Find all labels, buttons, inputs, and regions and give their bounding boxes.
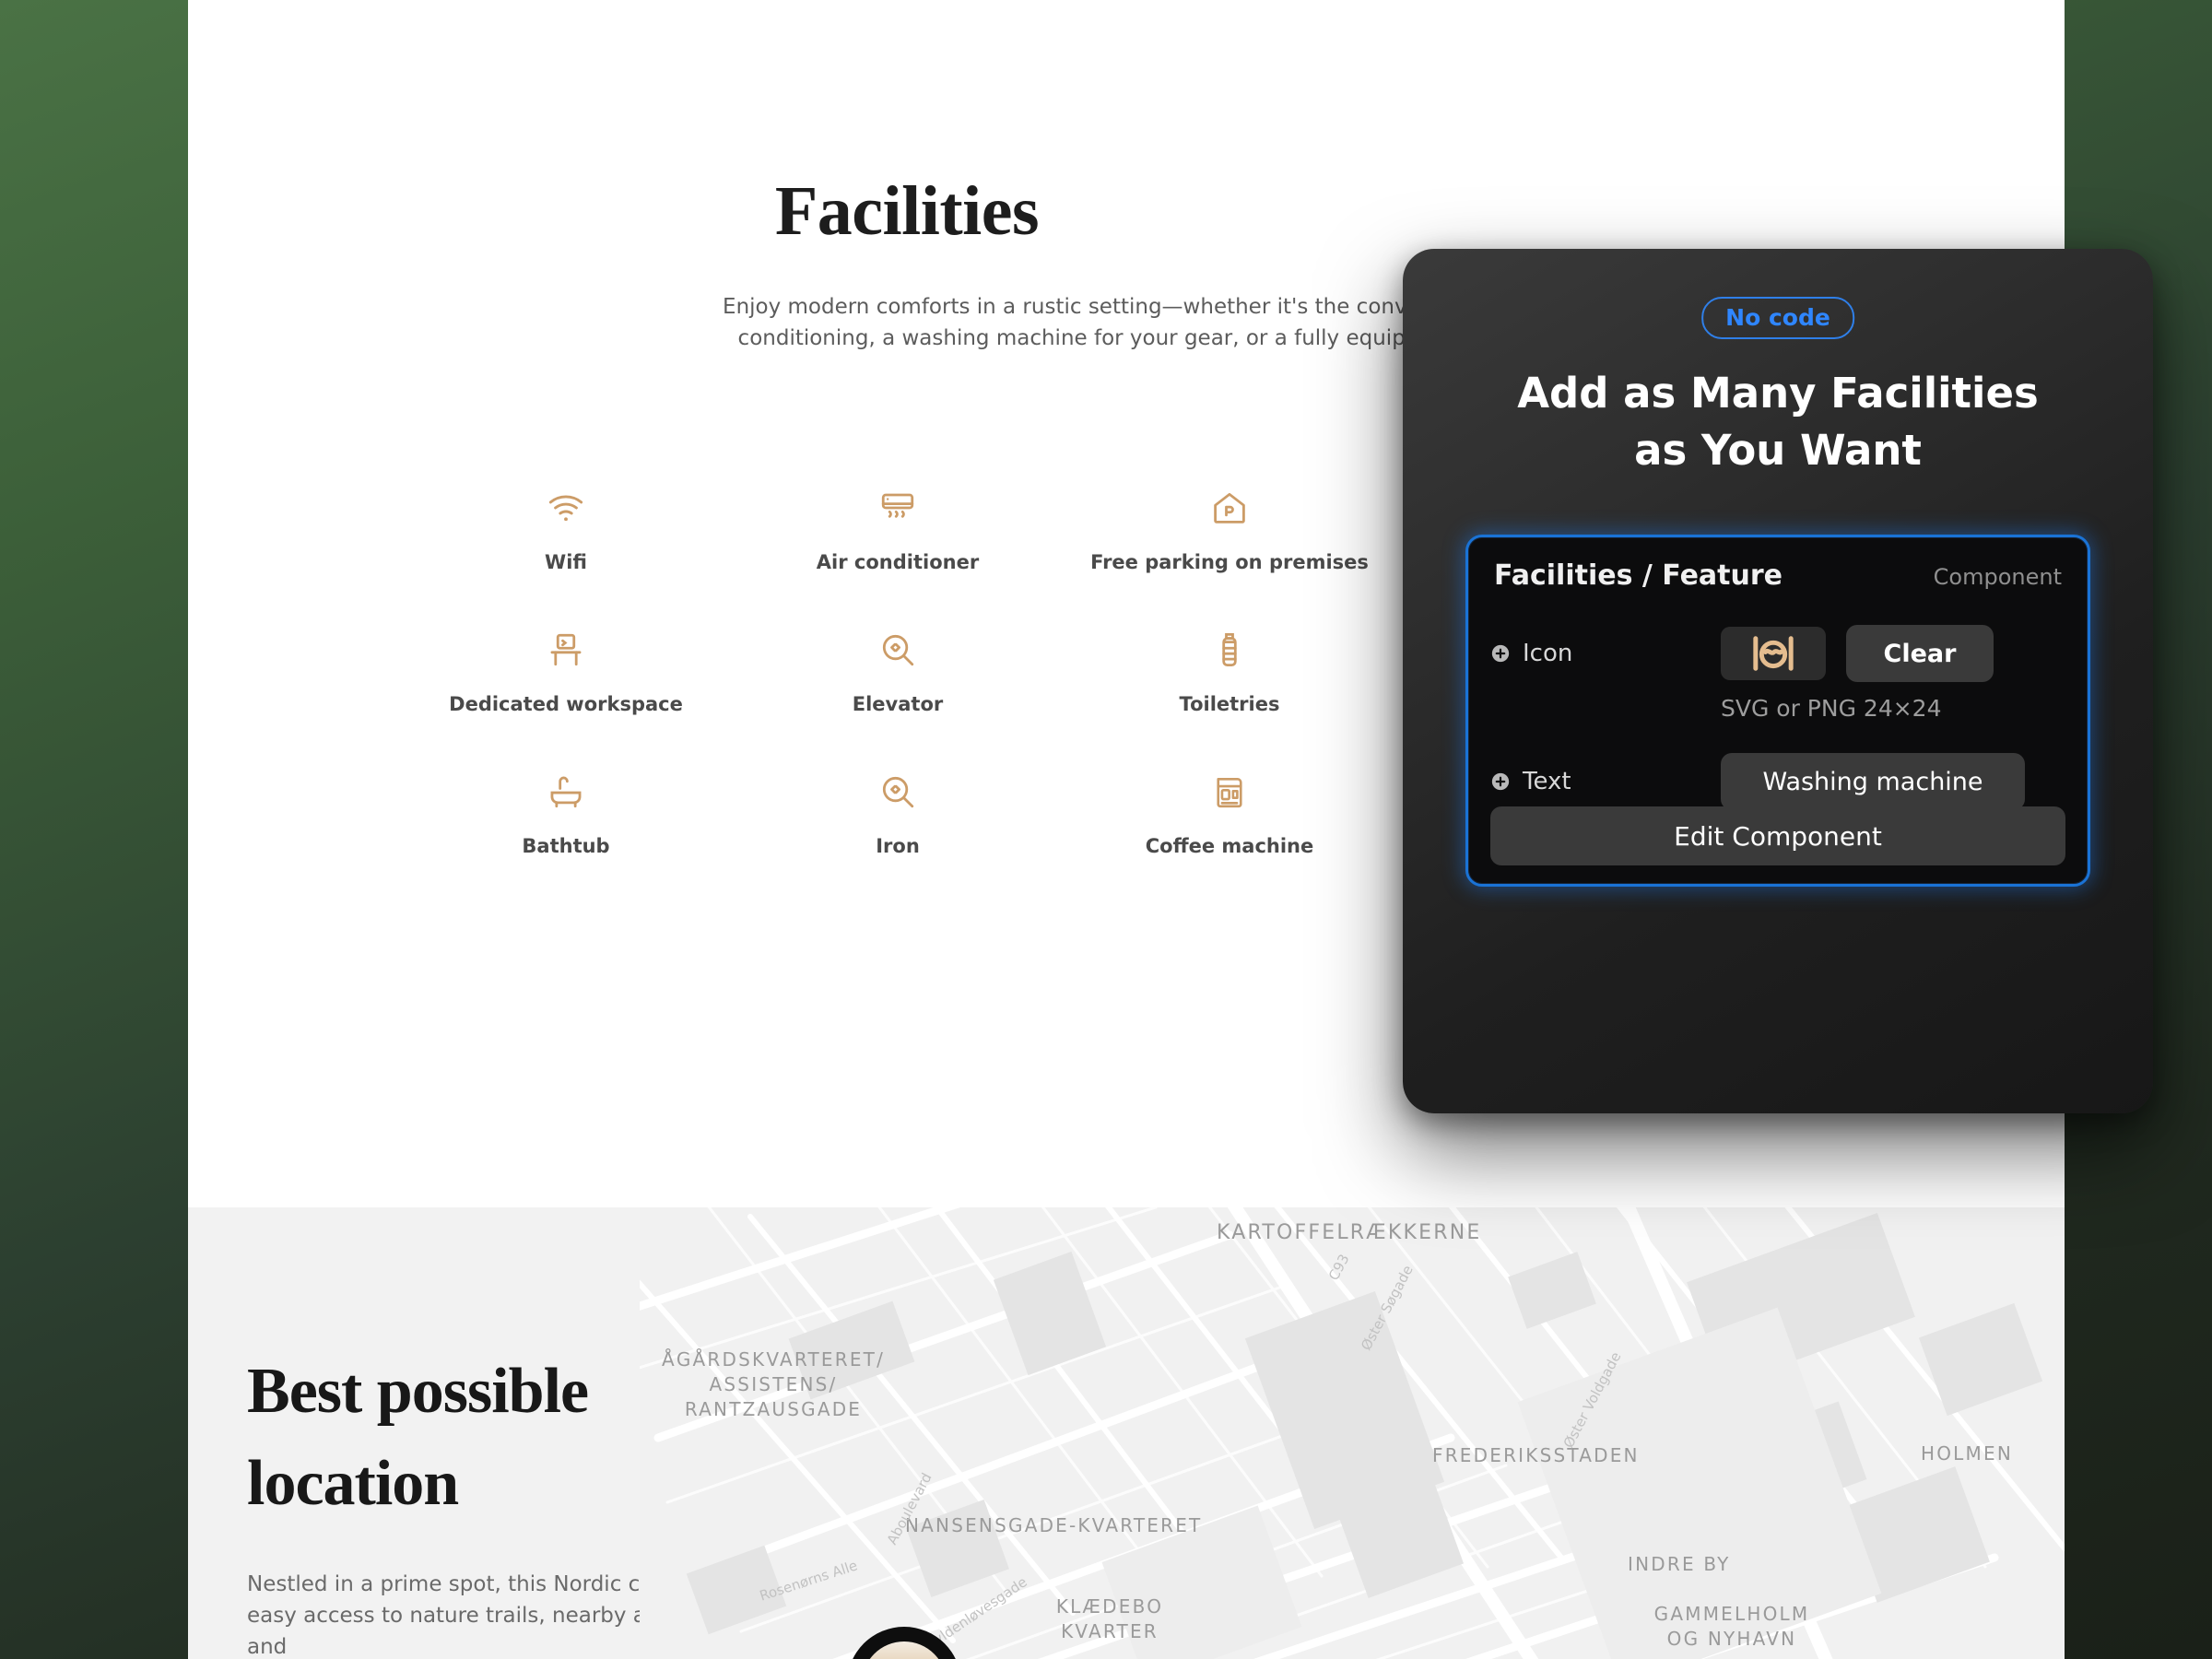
facility-item-dedicated-workspace[interactable]: Dedicated workspace	[400, 630, 732, 715]
no-code-badge: No code	[1701, 297, 1854, 339]
text-field-label: Text	[1490, 768, 1721, 795]
facility-label: Bathtub	[522, 835, 610, 857]
facility-label: Coffee machine	[1145, 835, 1314, 857]
text-field-row: Text Washing machine	[1490, 753, 2065, 810]
iron-icon	[878, 772, 917, 811]
location-section: Best possible location Nestled in a prim…	[188, 1207, 2065, 1659]
parking-home-icon	[1210, 488, 1249, 527]
facility-item-elevator[interactable]: Elevator	[732, 630, 1064, 715]
tool-panel-heading: Add as Many Facilities as You Want	[1517, 369, 2039, 475]
facility-item-bathtub[interactable]: Bathtub	[400, 772, 732, 857]
icon-field-label-text: Icon	[1523, 640, 1573, 667]
facility-label: Elevator	[852, 693, 944, 715]
edit-component-button[interactable]: Edit Component	[1490, 806, 2065, 865]
page-title: Facilities	[774, 172, 1040, 250]
map-area-label: FREDERIKSSTADEN	[1432, 1444, 1640, 1466]
elevator-icon	[878, 630, 917, 669]
component-kind-label: Component	[1933, 564, 2062, 590]
facility-item-toiletries[interactable]: Toiletries	[1064, 630, 1395, 715]
icon-field-row: Icon Clear	[1490, 625, 2065, 682]
map-area-label: NANSENSGADE-KVARTERET	[905, 1514, 1203, 1536]
clear-icon-button[interactable]: Clear	[1846, 625, 1994, 682]
plus-circle-icon[interactable]	[1490, 643, 1511, 664]
washing-machine-icon[interactable]	[1721, 627, 1826, 680]
facility-label: Wifi	[545, 551, 587, 573]
location-map[interactable]: KARTOFFELRÆKKERNE ÅGÅRDSKVARTERET/ ASSIS…	[640, 1207, 2065, 1659]
text-field-label-text: Text	[1523, 768, 1571, 795]
map-area-label: HOLMEN	[1921, 1442, 2013, 1465]
facility-item-air-conditioner[interactable]: Air conditioner	[732, 488, 1064, 573]
map-area-label: INDRE BY	[1628, 1553, 1731, 1575]
facility-item-free-parking[interactable]: Free parking on premises	[1064, 488, 1395, 573]
toiletries-bottle-icon	[1210, 630, 1249, 669]
bathtub-icon	[547, 772, 585, 811]
air-conditioner-icon	[878, 488, 917, 527]
no-code-tool-panel: No code Add as Many Facilities as You Wa…	[1403, 249, 2153, 1113]
map-area-label: GAMMELHOLM OG NYHAVN	[1653, 1603, 1810, 1650]
facility-item-coffee-machine[interactable]: Coffee machine	[1064, 772, 1395, 857]
facility-label: Toiletries	[1179, 693, 1280, 715]
component-title: Facilities / Feature	[1494, 559, 1783, 592]
facility-text-input[interactable]: Washing machine	[1721, 753, 2025, 810]
icon-field-label: Icon	[1490, 640, 1721, 667]
facility-item-iron[interactable]: Iron	[732, 772, 1064, 857]
facility-item-wifi[interactable]: Wifi	[400, 488, 732, 573]
map-canvas	[640, 1207, 2065, 1659]
map-area-label: KLÆDEBO KVARTER	[1055, 1595, 1164, 1642]
component-card-header: Facilities / Feature Component	[1490, 559, 2065, 592]
facility-label: Dedicated workspace	[449, 693, 683, 715]
map-area-label: KARTOFFELRÆKKERNE	[1217, 1221, 1482, 1244]
facility-label: Air conditioner	[816, 551, 980, 573]
coffee-machine-icon	[1210, 772, 1249, 811]
component-editor-card[interactable]: Facilities / Feature Component Icon Clea…	[1465, 535, 2090, 887]
facility-label: Free parking on premises	[1090, 551, 1369, 573]
map-area-label: ÅGÅRDSKVARTERET/ ASSISTENS/ RANTZAUSGADE	[661, 1348, 886, 1420]
icon-format-hint: SVG or PNG 24×24	[1721, 695, 1942, 722]
plus-circle-icon[interactable]	[1490, 771, 1511, 792]
desk-icon	[547, 630, 585, 669]
facility-label: Iron	[876, 835, 920, 857]
wifi-icon	[547, 488, 585, 527]
map-marker-photo	[862, 1641, 947, 1659]
